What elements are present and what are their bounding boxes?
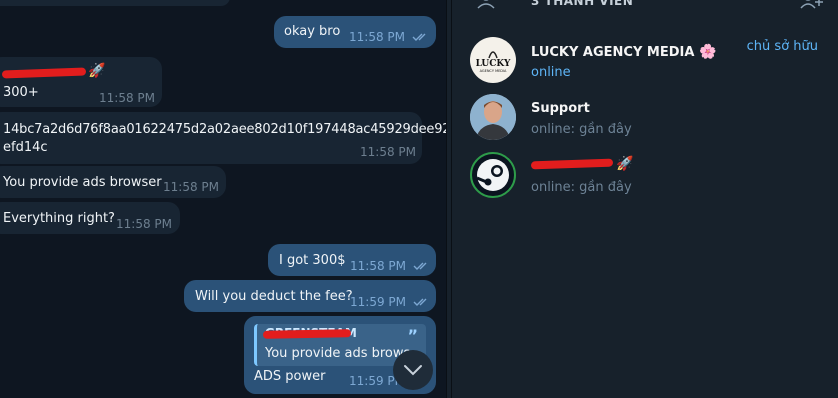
- member-item-support[interactable]: Support online: gần đây: [470, 94, 830, 144]
- reply-text: You provide ads brows: [265, 346, 411, 361]
- message-bubble: You provide ads browser 11:58 PM: [0, 166, 226, 198]
- rocket-emoji: 🚀: [88, 63, 106, 79]
- message-bubble: 🚀 300+ 11:58 PM: [0, 57, 162, 107]
- message-time: 11:58 PM: [116, 217, 172, 231]
- message-bubble: I got 300$ 11:58 PM: [268, 244, 436, 276]
- quote-icon: ”: [407, 326, 418, 345]
- message-time: 11:58 PM: [360, 145, 416, 159]
- message-text: 300+: [3, 85, 39, 100]
- avatar: [470, 94, 516, 140]
- redacted-name: [530, 158, 614, 170]
- chat-pane[interactable]: okay bro 11:58 PM 🚀 300+ 11:58 PM 14bc7a…: [0, 0, 446, 398]
- chevron-down-icon: [404, 365, 422, 376]
- avatar-logo-subtext: AGENCY MEDIA: [479, 69, 507, 73]
- member-role: chủ sở hữu: [746, 39, 818, 54]
- message-text: efd14c: [3, 140, 48, 155]
- message-text: You provide ads browser: [3, 175, 162, 190]
- steam-logo-icon: [476, 159, 509, 191]
- message-text: okay bro: [284, 24, 341, 39]
- person-avatar-icon: [470, 94, 516, 140]
- read-check-icon: [412, 33, 426, 41]
- avatar: [470, 152, 516, 198]
- members-icon: [477, 0, 495, 9]
- message-bubble: okay bro 11:58 PM: [274, 16, 436, 48]
- member-name: LUCKY AGENCY MEDIA 🌸: [531, 44, 717, 60]
- member-status: online: gần đây: [531, 122, 632, 137]
- message-bubble: 14bc7a2d6d76f8aa01622475d2a02aee802d10f1…: [0, 112, 446, 164]
- members-panel: 3 THÀNH VIÊN LUCKY AGENCY MEDIA LUCKY AG…: [452, 0, 838, 398]
- member-item-lucky-agency[interactable]: LUCKY AGENCY MEDIA LUCKY AGENCY MEDIA 🌸 …: [470, 37, 830, 87]
- message-text: 14bc7a2d6d76f8aa01622475d2a02aee802d10f1…: [3, 122, 446, 137]
- flower-badge-icon: 🌸: [698, 44, 717, 60]
- message-time: 11:58 PM: [99, 91, 155, 105]
- member-status: online: [531, 65, 571, 80]
- read-check-icon: [413, 298, 427, 306]
- message-text: ADS power: [254, 369, 326, 384]
- redacted-name: [1, 67, 87, 79]
- read-check-icon: [413, 262, 427, 270]
- avatar: LUCKY AGENCY MEDIA: [470, 37, 516, 83]
- message-time: 11:58 PM: [350, 259, 406, 273]
- message-text: Will you deduct the fee?: [195, 289, 353, 304]
- message-bubble: Will you deduct the fee? 11:59 PM: [184, 280, 436, 312]
- message-bubble: Everything right? 11:58 PM: [0, 202, 180, 234]
- member-name: Support: [531, 101, 590, 116]
- members-count-title: 3 THÀNH VIÊN: [531, 0, 634, 8]
- avatar-logo-text: LUCKY: [475, 59, 511, 69]
- message-time: 11:59 PM: [350, 295, 406, 309]
- message-text: I got 300$: [279, 253, 346, 268]
- add-member-icon[interactable]: [800, 0, 824, 10]
- member-name: 🚀: [616, 156, 633, 172]
- message-time: 11:58 PM: [349, 30, 405, 44]
- member-item-redacted[interactable]: 🚀 online: gần đây: [470, 152, 830, 202]
- rocket-emoji: 🚀: [616, 156, 634, 172]
- message-time: 11:58 PM: [163, 180, 219, 194]
- member-status: online: gần đây: [531, 180, 632, 195]
- message-text: Everything right?: [3, 211, 115, 226]
- message-bubble: [0, 0, 230, 6]
- lucky-logo-icon: [488, 51, 498, 59]
- redacted-name: [262, 329, 352, 339]
- scroll-down-button[interactable]: [393, 350, 433, 390]
